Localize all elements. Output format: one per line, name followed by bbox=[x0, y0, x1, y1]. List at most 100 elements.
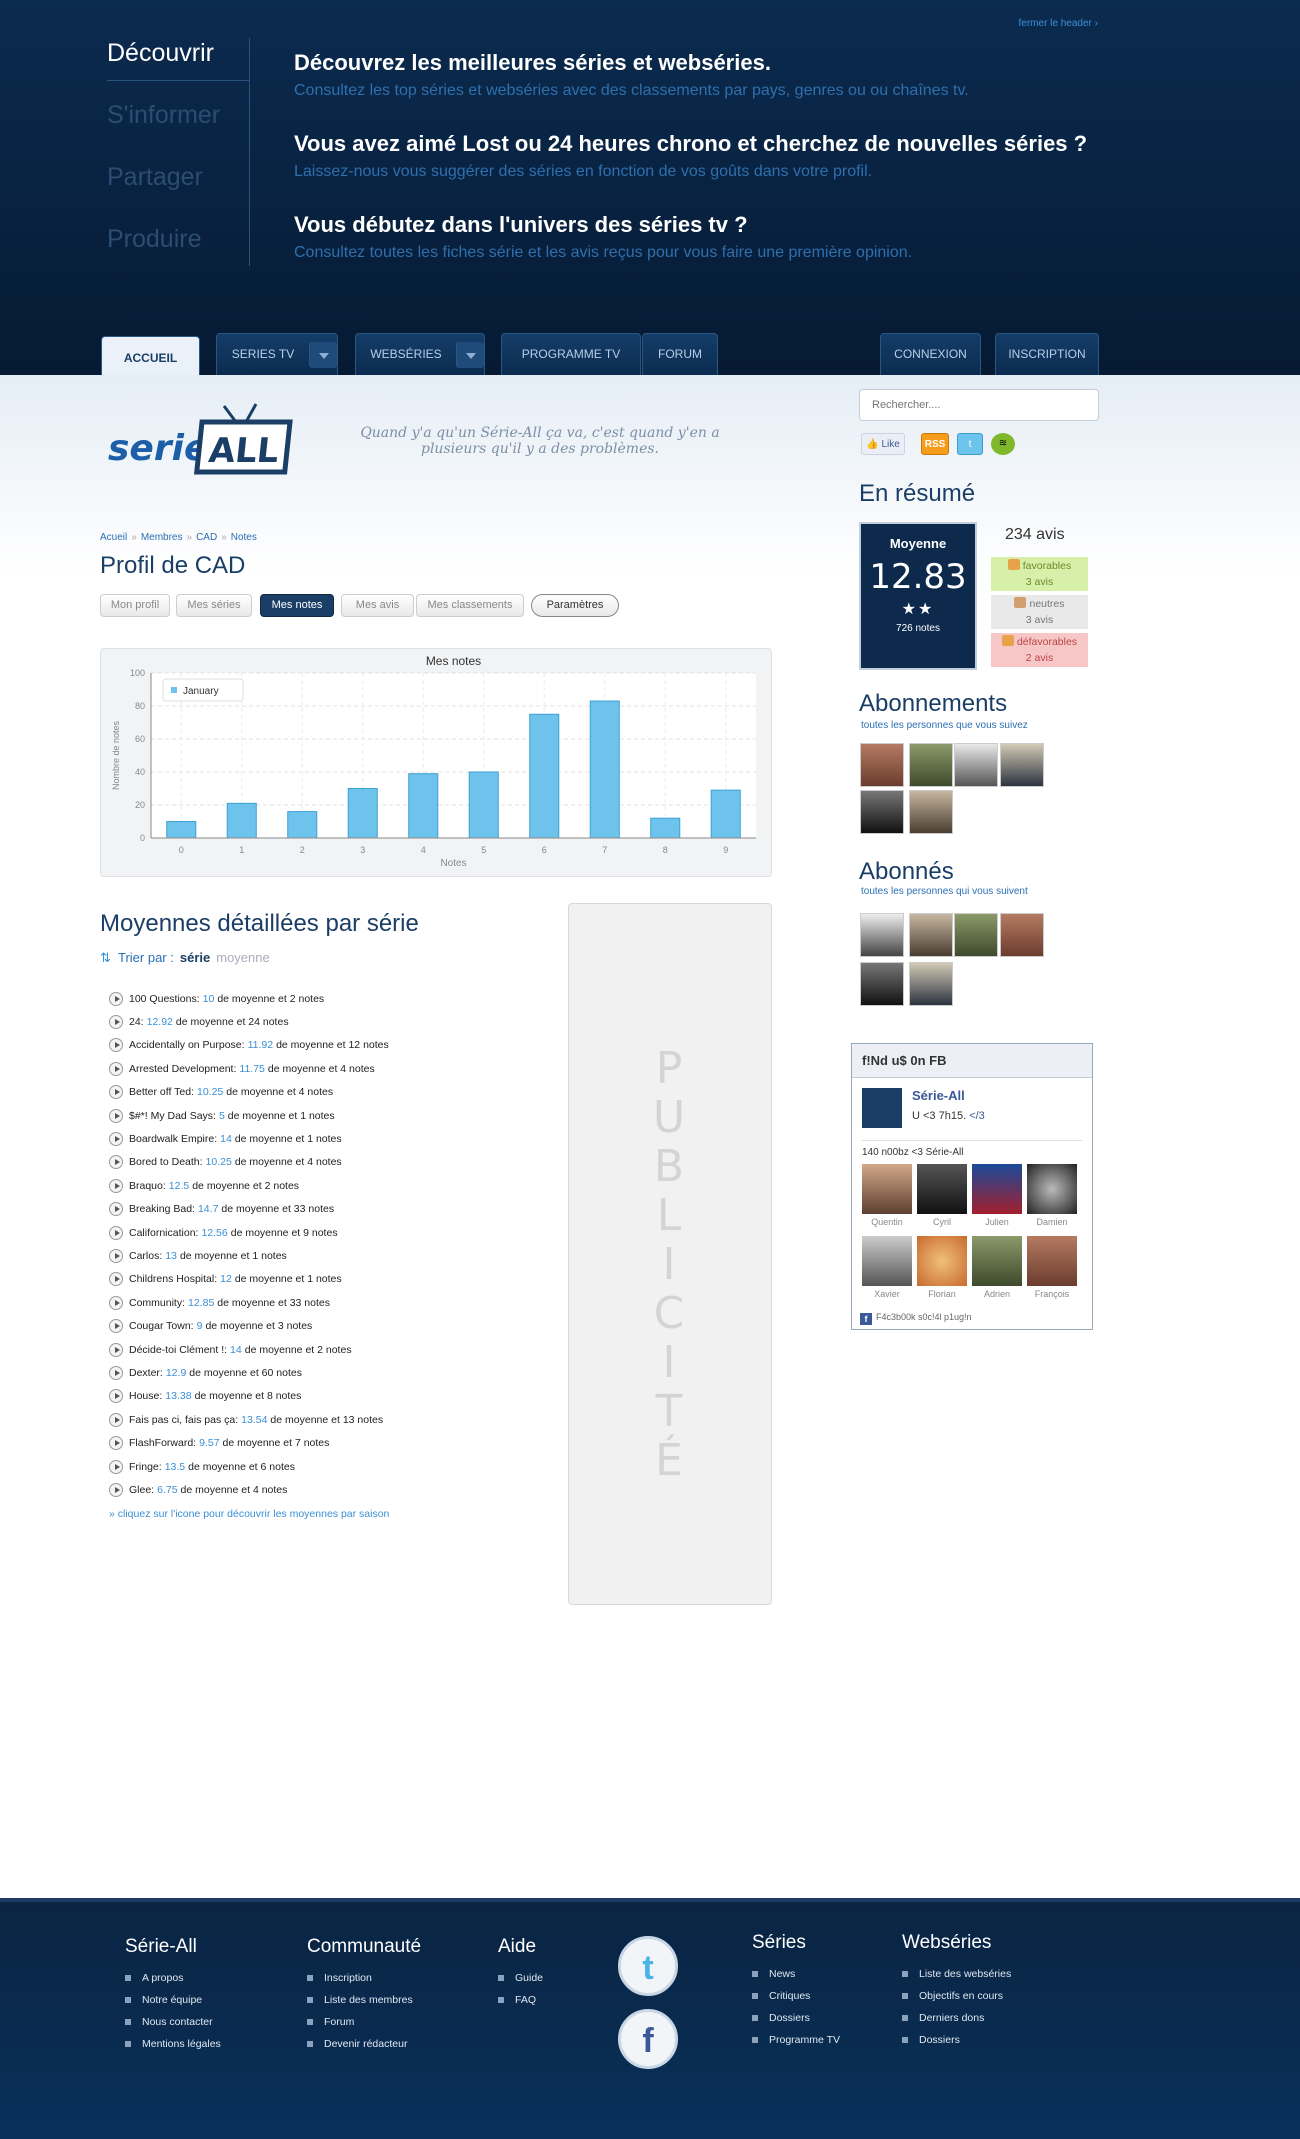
close-header-link[interactable]: fermer le header › bbox=[1019, 18, 1098, 29]
breadcrumb-notes[interactable]: Notes bbox=[231, 532, 257, 543]
footer-link[interactable]: Mentions légales bbox=[125, 2038, 221, 2060]
avatar[interactable] bbox=[909, 790, 953, 834]
inscription-button[interactable]: INSCRIPTION bbox=[995, 333, 1099, 375]
tab-accueil[interactable]: ACCUEIL bbox=[101, 336, 200, 378]
expand-seasons-icon[interactable] bbox=[109, 1085, 123, 1100]
expand-seasons-icon[interactable] bbox=[109, 1436, 123, 1451]
sort-moyenne-link[interactable]: moyenne bbox=[216, 950, 269, 965]
series-name[interactable]: Arrested Development: bbox=[129, 1063, 236, 1075]
tab-mes-series[interactable]: Mes séries bbox=[176, 594, 252, 617]
expand-seasons-icon[interactable] bbox=[109, 1319, 123, 1334]
footer-link[interactable]: Inscription bbox=[307, 1972, 421, 1994]
abonnes-title[interactable]: Abonnés bbox=[859, 858, 954, 886]
avatar[interactable] bbox=[909, 913, 953, 957]
header-nav-decouvrir[interactable]: Découvrir bbox=[107, 38, 249, 100]
footer-link[interactable]: News bbox=[752, 1968, 840, 1990]
avatar[interactable] bbox=[954, 743, 998, 787]
expand-seasons-icon[interactable] bbox=[109, 1155, 123, 1170]
footer-link[interactable]: Dossiers bbox=[752, 2012, 840, 2034]
connexion-button[interactable]: CONNEXION bbox=[880, 333, 981, 375]
series-name[interactable]: Décide-toi Clément !: bbox=[129, 1344, 227, 1356]
series-name[interactable]: Accidentally on Purpose: bbox=[129, 1039, 245, 1051]
avatar[interactable] bbox=[860, 962, 904, 1006]
chevron-down-icon[interactable] bbox=[456, 342, 484, 368]
expand-seasons-icon[interactable] bbox=[109, 1108, 123, 1123]
twitter-icon[interactable]: t bbox=[957, 433, 983, 455]
footer-link[interactable]: A propos bbox=[125, 1972, 221, 1994]
footer-link[interactable]: Liste des webséries bbox=[902, 1968, 1011, 1990]
series-name[interactable]: 24: bbox=[129, 1016, 144, 1028]
series-name[interactable]: Carlos: bbox=[129, 1250, 162, 1262]
fb-footer-text[interactable]: F4c3b00k s0c!4l p1ug!n bbox=[876, 1312, 972, 1322]
series-name[interactable]: Better off Ted: bbox=[129, 1086, 194, 1098]
spotify-icon[interactable]: ≋ bbox=[991, 433, 1015, 455]
fb-fan[interactable]: Adrien bbox=[972, 1236, 1022, 1299]
fb-desc-link[interactable]: </3 bbox=[969, 1110, 985, 1122]
avatar[interactable] bbox=[1000, 743, 1044, 787]
series-name[interactable]: Childrens Hospital: bbox=[129, 1273, 217, 1285]
series-name[interactable]: Bored to Death: bbox=[129, 1156, 203, 1168]
footer-link[interactable]: Critiques bbox=[752, 1990, 840, 2012]
fb-page-name[interactable]: Série-All bbox=[912, 1088, 965, 1103]
tab-mon-profil[interactable]: Mon profil bbox=[100, 594, 170, 617]
expand-seasons-icon[interactable] bbox=[109, 1202, 123, 1217]
breadcrumb-cad[interactable]: CAD bbox=[196, 532, 217, 543]
footer-link[interactable]: Liste des membres bbox=[307, 1994, 421, 2016]
series-name[interactable]: Fais pas ci, fais pas ça: bbox=[129, 1414, 238, 1426]
facebook-icon[interactable]: f bbox=[618, 2009, 678, 2069]
expand-seasons-icon[interactable] bbox=[109, 1272, 123, 1287]
series-name[interactable]: $#*! My Dad Says: bbox=[129, 1110, 216, 1122]
tab-mes-avis[interactable]: Mes avis bbox=[341, 594, 414, 617]
fb-fan[interactable]: Florian bbox=[917, 1236, 967, 1299]
tab-forum[interactable]: FORUM bbox=[642, 333, 718, 375]
fb-fan[interactable]: Julien bbox=[972, 1164, 1022, 1227]
series-name[interactable]: Boardwalk Empire: bbox=[129, 1133, 217, 1145]
header-nav-partager[interactable]: Partager bbox=[107, 162, 249, 224]
fb-fan[interactable]: Damien bbox=[1027, 1164, 1077, 1227]
expand-seasons-icon[interactable] bbox=[109, 1038, 123, 1053]
expand-seasons-icon[interactable] bbox=[109, 1015, 123, 1030]
footer-link[interactable]: Dossiers bbox=[902, 2034, 1011, 2056]
expand-seasons-icon[interactable] bbox=[109, 1248, 123, 1263]
avatar[interactable] bbox=[909, 743, 953, 787]
search-input[interactable] bbox=[859, 389, 1099, 421]
expand-seasons-icon[interactable] bbox=[109, 1061, 123, 1076]
tab-webseries[interactable]: WEBSÉRIES bbox=[355, 333, 485, 375]
expand-seasons-icon[interactable] bbox=[109, 1389, 123, 1404]
series-name[interactable]: Dexter: bbox=[129, 1367, 163, 1379]
fb-fan[interactable]: Xavier bbox=[862, 1236, 912, 1299]
expand-seasons-icon[interactable] bbox=[109, 1365, 123, 1380]
fb-page-logo[interactable] bbox=[862, 1088, 902, 1128]
series-name[interactable]: Breaking Bad: bbox=[129, 1203, 195, 1215]
breadcrumb-membres[interactable]: Membres bbox=[141, 532, 183, 543]
expand-seasons-icon[interactable] bbox=[109, 1459, 123, 1474]
breadcrumb-accueil[interactable]: Acueil bbox=[100, 532, 127, 543]
avatar[interactable] bbox=[860, 743, 904, 787]
series-name[interactable]: Fringe: bbox=[129, 1461, 162, 1473]
series-name[interactable]: FlashForward: bbox=[129, 1437, 196, 1449]
tab-programme-tv[interactable]: PROGRAMME TV bbox=[501, 333, 641, 375]
footer-link[interactable]: Objectifs en cours bbox=[902, 1990, 1011, 2012]
footer-link[interactable]: FAQ bbox=[498, 1994, 543, 2016]
chevron-down-icon[interactable] bbox=[309, 342, 337, 368]
avatar[interactable] bbox=[1000, 913, 1044, 957]
tab-parametres[interactable]: Paramètres bbox=[531, 594, 619, 617]
header-nav-informer[interactable]: S'informer bbox=[107, 100, 249, 162]
fb-fan[interactable]: Cyril bbox=[917, 1164, 967, 1227]
expand-seasons-icon[interactable] bbox=[109, 1295, 123, 1310]
series-name[interactable]: Californication: bbox=[129, 1227, 198, 1239]
facebook-like-button[interactable]: 👍 Like bbox=[861, 433, 905, 455]
series-name[interactable]: Glee: bbox=[129, 1484, 154, 1496]
avatar[interactable] bbox=[954, 913, 998, 957]
rss-icon[interactable]: RSS bbox=[921, 433, 949, 455]
footer-link[interactable]: Devenir rédacteur bbox=[307, 2038, 421, 2060]
expand-seasons-icon[interactable] bbox=[109, 1178, 123, 1193]
footer-link[interactable]: Guide bbox=[498, 1972, 543, 1994]
footer-link[interactable]: Forum bbox=[307, 2016, 421, 2038]
fb-fan[interactable]: François bbox=[1027, 1236, 1077, 1299]
footer-link[interactable]: Programme TV bbox=[752, 2034, 840, 2056]
avatar[interactable] bbox=[860, 790, 904, 834]
avis-neutres[interactable]: neutres 3 avis bbox=[991, 595, 1088, 629]
expand-seasons-icon[interactable] bbox=[109, 1225, 123, 1240]
expand-seasons-icon[interactable] bbox=[109, 1132, 123, 1147]
